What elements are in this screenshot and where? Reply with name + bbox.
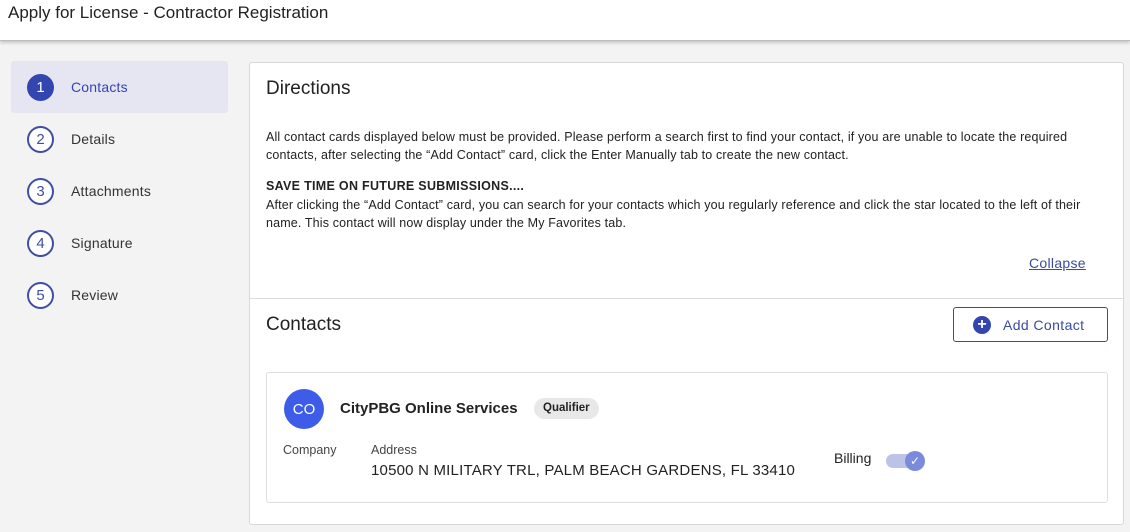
main-panel: Directions All contact cards displayed b… [249,62,1124,525]
qualifier-badge: Qualifier [534,398,599,419]
directions-text: All contact cards displayed below must b… [266,130,1068,162]
step-number: 4 [27,229,54,257]
plus-circle-icon: + [973,316,991,334]
address-label: Address [371,443,417,457]
check-icon: ✓ [905,451,925,471]
step-navigation: 1 Contacts 2 Details 3 Attachments 4 Sig… [11,61,228,321]
add-contact-label: Add Contact [1003,317,1085,333]
billing-toggle[interactable]: ✓ [886,451,926,471]
directions-text-favorites: After clicking the “Add Contact” card, y… [266,198,1081,230]
contact-type: Company [283,443,337,457]
step-number: 2 [27,125,54,153]
step-contacts[interactable]: 1 Contacts [11,61,228,113]
app-header: Apply for License - Contractor Registrat… [0,0,1130,41]
contact-name: CityPBG Online Services [340,400,518,417]
billing-label: Billing [834,450,872,466]
add-contact-button[interactable]: + Add Contact [953,307,1108,342]
step-review[interactable]: 5 Review [11,269,228,321]
step-number: 5 [27,281,54,309]
step-label: Contacts [71,79,128,95]
step-details[interactable]: 2 Details [11,113,228,165]
address-value: 10500 N MILITARY TRL, PALM BEACH GARDENS… [371,462,796,479]
step-signature[interactable]: 4 Signature [11,217,228,269]
avatar: CO [284,389,324,429]
contacts-title: Contacts [266,314,341,335]
contact-card: CO CityPBG Online Services Qualifier Com… [266,372,1108,503]
directions-title: Directions [266,78,351,99]
collapse-link[interactable]: Collapse [1029,255,1086,271]
step-label: Review [71,287,119,303]
step-number: 1 [27,73,54,101]
section-divider [250,298,1123,299]
step-label: Attachments [71,183,152,199]
step-number: 3 [27,177,54,205]
step-attachments[interactable]: 3 Attachments [11,165,228,217]
page-title: Apply for License - Contractor Registrat… [8,3,329,22]
step-label: Details [71,131,116,147]
step-label: Signature [71,235,133,251]
directions-heading: SAVE TIME ON FUTURE SUBMISSIONS.... [266,179,525,193]
